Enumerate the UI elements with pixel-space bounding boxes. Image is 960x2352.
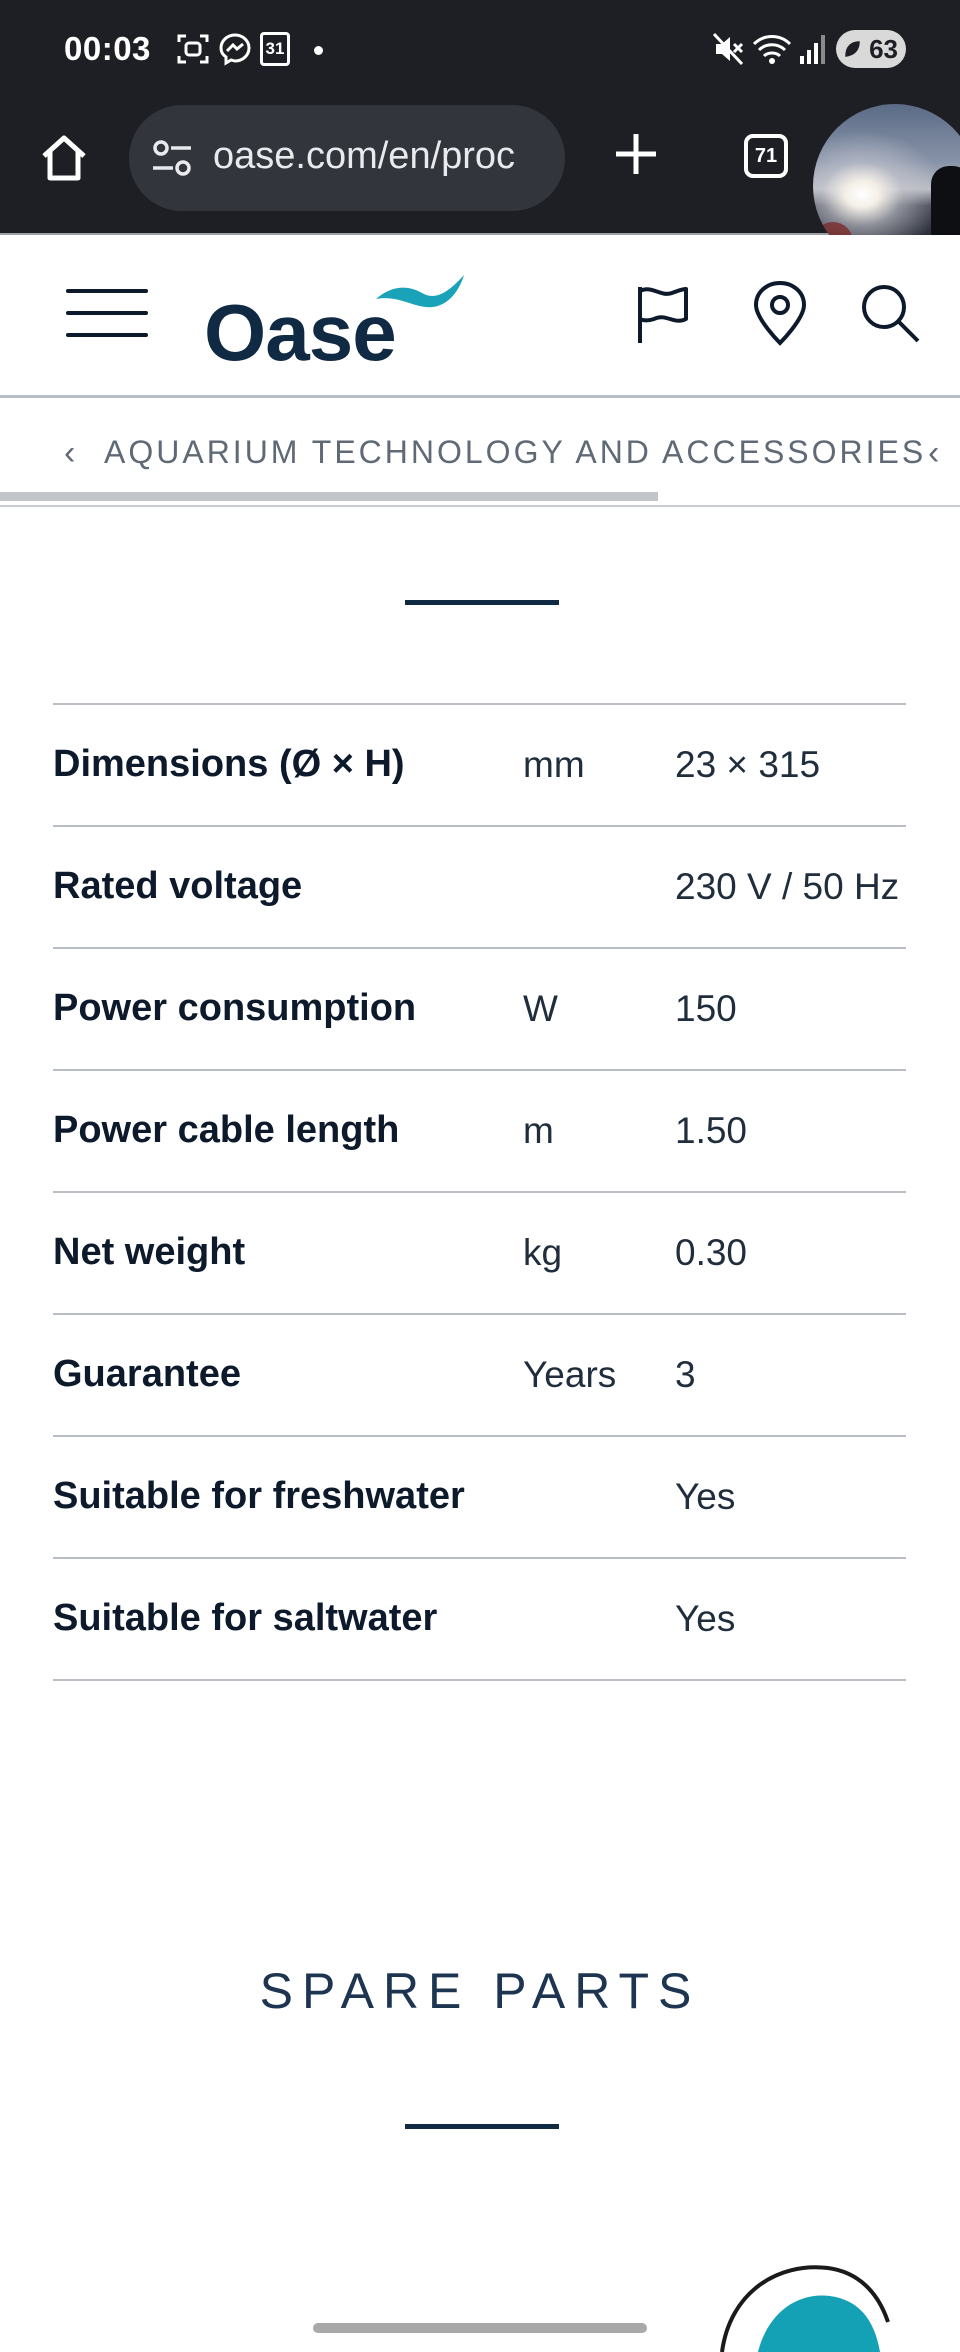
spec-unit xyxy=(523,827,675,947)
new-tab-plus-icon[interactable] xyxy=(608,126,664,182)
spec-unit: W xyxy=(523,988,558,1029)
spec-value: 150 xyxy=(675,988,737,1029)
spec-row: Guarantee Years 3 xyxy=(53,1313,906,1435)
location-pin-icon[interactable] xyxy=(748,279,812,349)
spec-row: Power cable length m 1.50 xyxy=(53,1069,906,1191)
tab-switcher-icon[interactable]: 71 xyxy=(744,134,788,178)
gesture-navigation-bar[interactable] xyxy=(313,2323,647,2333)
breadcrumb-item[interactable]: AQUARIUM TECHNOLOGY AND ACCESSORIES xyxy=(104,434,926,471)
spec-label: Suitable for freshwater xyxy=(53,1475,465,1517)
url-bar[interactable]: oase.com/en/proc xyxy=(129,105,565,211)
spec-unit: mm xyxy=(523,744,585,785)
battery-icon: 63 xyxy=(836,30,906,68)
spec-row: Suitable for saltwater Yes xyxy=(53,1557,906,1681)
spec-row: Net weight kg 0.30 xyxy=(53,1191,906,1313)
spec-value: 1.50 xyxy=(675,1110,748,1151)
site-settings-icon[interactable] xyxy=(151,138,193,178)
status-bar: 00:03 31 63 xyxy=(0,0,960,100)
spec-unit xyxy=(523,1437,675,1557)
spec-label: Suitable for saltwater xyxy=(53,1597,438,1639)
spec-value: 3 xyxy=(675,1354,696,1395)
calendar-icon: 31 xyxy=(260,32,290,66)
hamburger-menu-icon[interactable] xyxy=(66,289,148,339)
spare-part-product-image[interactable] xyxy=(718,2252,898,2352)
spec-unit xyxy=(523,1559,675,1679)
url-text[interactable]: oase.com/en/proc xyxy=(213,135,515,178)
breadcrumb: ‹ AQUARIUM TECHNOLOGY AND ACCESSORIES ‹ xyxy=(0,398,960,507)
signal-icon xyxy=(800,35,825,64)
battery-level: 63 xyxy=(869,34,898,64)
logo-text: Oase xyxy=(204,288,397,377)
spec-row: Power consumption W 150 xyxy=(53,947,906,1069)
spec-label: Power consumption xyxy=(53,987,417,1029)
spec-label: Net weight xyxy=(53,1231,246,1273)
spec-table: Dimensions (Ø × H) mm 23 × 315 Rated voltag… xyxy=(53,703,906,1681)
breadcrumb-prev-arrow[interactable]: ‹ xyxy=(64,434,75,473)
oase-logo[interactable]: Oase xyxy=(204,255,464,377)
search-icon[interactable] xyxy=(858,279,922,349)
spec-row: Dimensions (Ø × H) mm 23 × 315 xyxy=(53,703,906,825)
screen-record-icon xyxy=(177,34,209,64)
spec-label: Dimensions (Ø × H) xyxy=(53,743,405,785)
wifi-icon xyxy=(752,35,792,64)
logo-wave-icon xyxy=(376,275,464,308)
spec-value: Yes xyxy=(675,1476,736,1517)
spec-label: Power cable length xyxy=(53,1109,400,1151)
messenger-icon xyxy=(219,33,251,66)
home-icon[interactable] xyxy=(36,130,92,186)
spec-value: 0.30 xyxy=(675,1232,748,1273)
notification-dot-icon xyxy=(314,46,323,55)
spec-row: Suitable for freshwater Yes xyxy=(53,1435,906,1557)
spec-value: 230 V / 50 Hz xyxy=(675,866,900,907)
spec-label: Rated voltage xyxy=(53,865,303,907)
spec-value: Yes xyxy=(675,1598,736,1639)
spec-label: Guarantee xyxy=(53,1353,241,1395)
spec-value: 23 × 315 xyxy=(675,744,821,785)
spec-unit: Years xyxy=(523,1354,617,1395)
mute-icon xyxy=(712,32,744,66)
breadcrumb-next-arrow[interactable]: ‹ xyxy=(928,434,939,473)
spec-unit: m xyxy=(523,1110,554,1151)
section-divider xyxy=(405,2124,559,2129)
flag-icon[interactable] xyxy=(630,279,694,349)
section-divider xyxy=(405,600,559,605)
status-time: 00:03 xyxy=(64,30,151,67)
spec-unit: kg xyxy=(523,1232,563,1273)
breadcrumb-scrollbar[interactable] xyxy=(0,492,658,501)
spare-parts-heading: SPARE PARTS xyxy=(259,1963,701,2019)
site-header: Oase xyxy=(0,235,960,398)
spec-row: Rated voltage 230 V / 50 Hz xyxy=(53,825,906,947)
